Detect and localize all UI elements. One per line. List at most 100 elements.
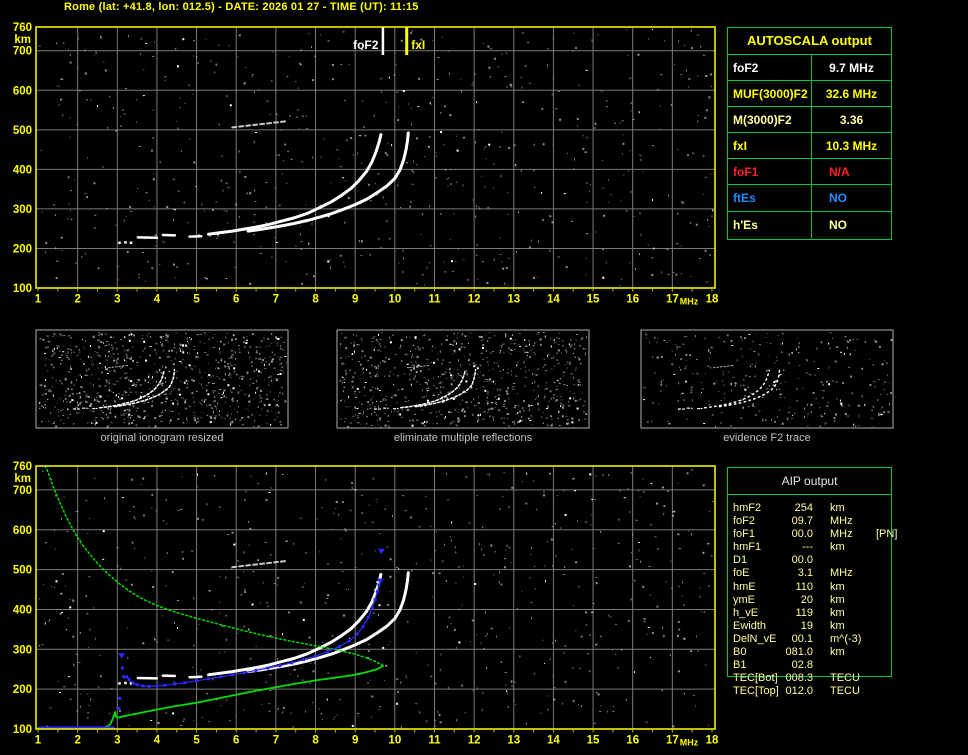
svg-text:700: 700 — [13, 485, 32, 497]
aip-row-value: 02.8 — [791, 659, 813, 672]
aip-row-note: [PN] — [876, 528, 898, 541]
aip-row-tec-top-: TEC[Top] 012.0 TECU — [727, 685, 967, 698]
aip-table-rows: hmF2 254 km foF2 09.7 MHz foF1 00.0 MHz [PN] hmF1 -… — [727, 502, 967, 698]
svg-text:200: 200 — [13, 243, 32, 255]
svg-text:18: 18 — [706, 294, 719, 306]
blue-triangle-marker — [377, 548, 385, 555]
aip-row-label: DelN_vE — [733, 632, 777, 645]
aip-row-label: B0 — [733, 646, 747, 659]
svg-text:300: 300 — [13, 204, 32, 216]
autoscala-row-ftes: ftEs NO — [728, 185, 891, 212]
aip-row-value: 09.7 — [791, 515, 813, 528]
svg-text:14: 14 — [547, 735, 560, 747]
svg-text:3: 3 — [114, 735, 120, 747]
svg-text:700: 700 — [13, 46, 32, 58]
svg-text:11: 11 — [428, 735, 441, 747]
top-plot-axis-labels: 760700600500400300200100km1 2 3 4 5 6 7 8 9 10 11 1… — [13, 22, 719, 307]
svg-text:1: 1 — [35, 735, 42, 747]
aip-row-unit: MHz — [830, 567, 853, 580]
autoscala-row-label: h'Es — [728, 211, 812, 238]
autoscala-row-m-3000-f2: M(3000)F2 3.36 — [728, 107, 891, 134]
autoscala-screen: Rome (lat: +41.8, lon: 012.5) - DATE: 20… — [0, 0, 968, 755]
aip-row-fof1: foF1 00.0 MHz [PN] — [727, 528, 967, 541]
svg-text:18: 18 — [706, 735, 719, 747]
aip-row-ewidth: Ewidth 19 km — [727, 620, 967, 633]
aip-row-unit: TECU — [830, 685, 860, 698]
aip-row-label: foF1 — [733, 528, 756, 541]
svg-text:10: 10 — [388, 735, 401, 747]
autoscala-row-value: 10.3 MHz — [825, 138, 878, 153]
svg-text:500: 500 — [13, 565, 32, 577]
aip-row-value: 19 — [800, 619, 813, 632]
aip-row-b1: B1 02.8 — [727, 659, 967, 672]
svg-text:600: 600 — [13, 525, 32, 537]
svg-text:km: km — [14, 34, 31, 46]
svg-text:MHz: MHz — [680, 738, 699, 748]
aip-row-label: ymE — [733, 593, 755, 606]
aip-row-value: 081.0 — [785, 646, 813, 659]
svg-text:9: 9 — [352, 294, 358, 306]
svg-text:6: 6 — [233, 735, 239, 747]
aip-row-unit: km — [830, 606, 845, 619]
fxi-marker-label: fxI — [411, 38, 425, 52]
svg-text:4: 4 — [154, 294, 161, 306]
svg-text:7: 7 — [273, 294, 279, 306]
aip-row-unit: m^(-3) — [830, 632, 862, 645]
aip-row-unit: km — [830, 646, 845, 659]
aip-row-tec-bot-: TEC[Bot] 008.3 TECU — [727, 672, 967, 685]
aip-row-label: hmF1 — [733, 541, 762, 554]
svg-text:600: 600 — [13, 85, 32, 97]
svg-text:5: 5 — [193, 735, 200, 747]
aip-row-value: 3.1 — [797, 567, 813, 580]
aip-row-value: 119 — [795, 606, 813, 619]
svg-text:MHz: MHz — [680, 297, 699, 307]
autoscala-row-value: 32.6 MHz — [825, 86, 878, 101]
aip-row-b0: B0 081.0 km — [727, 646, 967, 659]
autoscala-row-value: 3.36 — [839, 112, 864, 127]
svg-text:300: 300 — [13, 644, 32, 656]
aip-row-unit: MHz — [830, 515, 853, 528]
aip-row-label: h_vE — [733, 606, 759, 619]
top-plot-traces — [118, 120, 410, 245]
aip-row-yme: ymE 20 km — [727, 594, 967, 607]
svg-text:13: 13 — [507, 294, 520, 306]
autoscala-row-label: MUF(3000)F2 — [728, 81, 812, 107]
svg-text:100: 100 — [13, 724, 32, 736]
aip-row-unit: km — [830, 502, 845, 514]
thumb-caption-1: original ionogram resized — [100, 432, 224, 444]
aip-row-value: 00.1 — [791, 632, 813, 645]
aip-row-unit: km — [830, 619, 845, 632]
aip-row-unit: km — [830, 593, 845, 606]
svg-text:500: 500 — [13, 125, 32, 137]
top-plot-grid — [36, 27, 715, 288]
autoscala-row-value: 9.7 MHz — [829, 60, 874, 75]
aip-row-value: 00.0 — [791, 528, 813, 541]
svg-text:760: 760 — [13, 22, 32, 34]
svg-text:10: 10 — [388, 294, 401, 306]
svg-text:14: 14 — [547, 294, 560, 306]
svg-text:15: 15 — [587, 294, 600, 306]
svg-text:1: 1 — [35, 294, 42, 306]
autoscala-output-table: AUTOSCALA output foF2 9.7 MHz MUF(3000)F2 3… — [727, 27, 892, 240]
autoscala-row-label: foF2 — [728, 55, 812, 81]
svg-text:11: 11 — [428, 294, 441, 306]
autoscala-row-value: NO — [829, 217, 847, 232]
svg-text:9: 9 — [352, 735, 358, 747]
svg-text:km: km — [14, 473, 31, 485]
thumbnail-plot-3 — [640, 329, 894, 429]
thumb-caption-3: evidence F2 trace — [723, 432, 811, 444]
svg-text:4: 4 — [154, 735, 161, 747]
autoscala-row-label: M(3000)F2 — [728, 107, 812, 133]
svg-text:17: 17 — [666, 294, 679, 306]
autoscala-row-fof2: foF2 9.7 MHz — [728, 55, 891, 82]
aip-row-label: foE — [733, 567, 750, 580]
svg-text:16: 16 — [626, 735, 639, 747]
svg-text:6: 6 — [233, 294, 239, 306]
aip-row-d1: D1 00.0 — [727, 554, 967, 567]
aip-row-hme: hmE 110 km — [727, 581, 967, 594]
aip-row-unit: MHz — [830, 528, 853, 541]
aip-row-hmf1: hmF1 --- km — [727, 541, 967, 554]
svg-text:8: 8 — [312, 735, 319, 747]
aip-row-value: 00.0 — [791, 554, 813, 567]
thumbnail-plot-2 — [336, 329, 590, 429]
